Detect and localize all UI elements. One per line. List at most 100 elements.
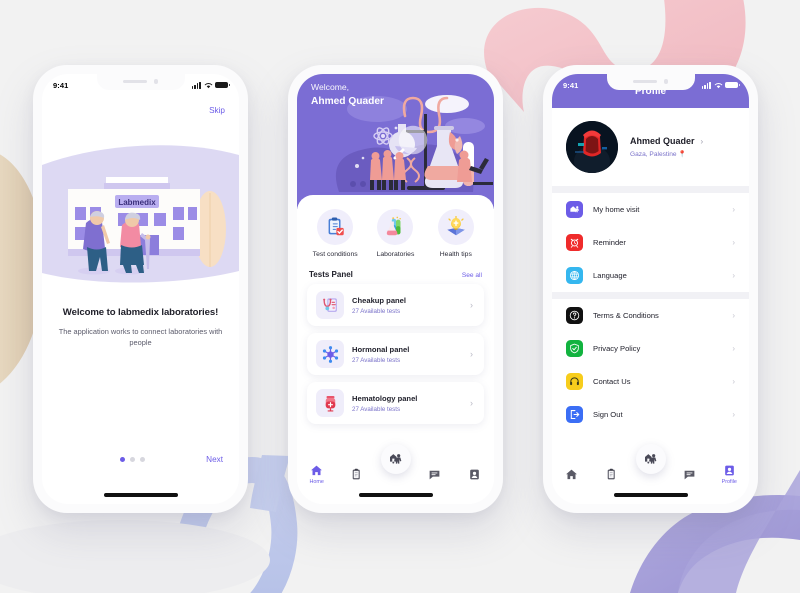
speaker-grille <box>632 80 657 83</box>
dot-1[interactable] <box>120 457 125 462</box>
onboarding-subtitle: The application works to connect laborat… <box>58 327 223 348</box>
home-sheet: Test conditions Laboratories Health tips… <box>297 195 494 504</box>
hero-user-name: Ahmed Quader <box>311 96 385 107</box>
profile-name-text: Ahmed Quader <box>630 136 695 146</box>
menu-item-sign-out[interactable]: Sign Out › <box>552 398 749 431</box>
test-panel-row[interactable]: Cheakup panel 27 Available tests › <box>307 284 484 326</box>
shield-check-icon <box>566 340 583 357</box>
pagination-dots[interactable] <box>120 457 145 462</box>
menu-item-label: Reminder <box>593 238 626 247</box>
tab-reports[interactable] <box>598 468 624 481</box>
test-panel-title: Hematology panel <box>352 393 418 403</box>
chevron-right-icon[interactable]: › <box>732 410 735 419</box>
notch <box>96 74 185 90</box>
quick-action-label: Test conditions <box>312 251 358 258</box>
tab-profile[interactable]: Profile <box>716 464 742 485</box>
molecule-icon <box>316 340 344 368</box>
test-panel-row[interactable]: Hormonal panel 27 Available tests › <box>307 333 484 375</box>
globe-icon <box>566 267 583 284</box>
wifi-icon <box>204 82 212 88</box>
speaker-grille <box>122 80 147 83</box>
test-panel-text: Cheakup panel 27 Available tests <box>352 296 470 315</box>
home-icon <box>566 469 578 479</box>
status-icons <box>191 81 230 89</box>
skip-button[interactable]: Skip <box>42 96 239 115</box>
screen-home: 9:41 Welcome, Ahmed Quader <box>297 74 494 504</box>
home-visit-fab[interactable] <box>380 444 411 474</box>
quick-action-laboratories[interactable]: Laboratories <box>368 209 422 258</box>
phone-profile: 9:41 Profile Ahmed Quader › Gaza, Palest… <box>543 65 758 513</box>
next-button[interactable]: Next <box>206 455 223 464</box>
front-camera <box>153 79 159 84</box>
dot-3[interactable] <box>140 457 145 462</box>
tab-messages[interactable] <box>422 468 448 481</box>
quick-action-test-conditions[interactable]: Test conditions <box>308 209 362 258</box>
chevron-right-icon[interactable]: › <box>470 398 473 408</box>
status-time: 9:41 <box>53 80 69 90</box>
menu-item-terms-conditions[interactable]: Terms & Conditions › <box>552 299 749 332</box>
chevron-right-icon[interactable]: › <box>470 349 473 359</box>
tab-reports[interactable] <box>343 468 369 481</box>
test-panel-subtitle: 27 Available tests <box>352 405 401 413</box>
tab-messages[interactable] <box>677 468 703 481</box>
alarm-clock-icon <box>566 234 583 251</box>
hero-greeting: Welcome, Ahmed Quader <box>311 82 384 107</box>
onboarding-title: Welcome to labmedix laboratories! <box>62 307 219 318</box>
profile-menu-group-2: Terms & Conditions › Privacy Policy › Co… <box>552 299 749 431</box>
chevron-right-icon[interactable]: › <box>732 311 735 320</box>
tab-home[interactable]: Home <box>304 464 330 485</box>
see-all-link[interactable]: See all <box>462 272 482 279</box>
home-visit-fab[interactable] <box>635 444 666 474</box>
clipboard-checklist-icon <box>317 209 354 245</box>
profile-location-text: Gaza, Palestine <box>630 151 677 158</box>
wifi-icon <box>714 82 722 88</box>
chevron-right-icon[interactable]: › <box>732 271 735 280</box>
chevron-right-icon[interactable]: › <box>470 300 473 310</box>
avatar[interactable] <box>566 121 618 173</box>
menu-item-my-home-visit[interactable]: My home visit › <box>552 193 749 226</box>
chevron-right-icon[interactable]: › <box>732 344 735 353</box>
battery-icon <box>215 81 230 89</box>
tab-home[interactable] <box>559 468 585 481</box>
profile-user-text: Ahmed Quader › Gaza, Palestine 📍 <box>630 136 703 158</box>
stethoscope-clipboard-icon <box>316 291 344 319</box>
profile-user-name: Ahmed Quader › <box>630 136 703 146</box>
battery-icon <box>725 81 740 89</box>
onboarding-text: Welcome to labmedix laboratories! The ap… <box>42 307 239 349</box>
test-panel-row[interactable]: Hematology panel 27 Available tests › <box>307 382 484 424</box>
section-divider <box>552 292 749 299</box>
home-indicator <box>613 493 688 497</box>
chat-icon <box>684 470 695 479</box>
status-icons <box>701 81 740 89</box>
flask-test-tubes-icon <box>377 209 414 245</box>
tests-panel-header: Tests Panel See all <box>297 264 494 284</box>
dot-2[interactable] <box>130 457 135 462</box>
chevron-right-icon[interactable]: › <box>701 137 704 146</box>
test-panel-text: Hormonal panel 27 Available tests <box>352 345 470 364</box>
tab-profile[interactable] <box>461 468 487 481</box>
menu-item-reminder[interactable]: Reminder › <box>552 226 749 259</box>
onboarding-illustration: Labmedix <box>42 121 239 307</box>
menu-item-contact-us[interactable]: Contact Us › <box>552 365 749 398</box>
soft-grey-blob <box>0 520 270 593</box>
screen-onboarding: 9:41 Skip Labmedix Welcome to labmedix l… <box>42 74 239 504</box>
profile-icon <box>469 469 479 479</box>
home-visit-icon <box>389 454 401 464</box>
profile-menu-group-1: My home visit › Reminder › Language › <box>552 193 749 292</box>
test-panel-subtitle: 27 Available tests <box>352 307 401 315</box>
home-indicator <box>103 493 178 497</box>
chevron-right-icon[interactable]: › <box>732 238 735 247</box>
quick-action-label: Laboratories <box>376 251 415 258</box>
chevron-right-icon[interactable]: › <box>732 205 735 214</box>
menu-item-language[interactable]: Language › <box>552 259 749 292</box>
quick-action-health-tips[interactable]: Health tips <box>429 209 483 258</box>
question-mark-icon <box>566 307 583 324</box>
clipboard-icon <box>607 468 615 479</box>
profile-user-card[interactable]: Ahmed Quader › Gaza, Palestine 📍 <box>552 108 749 186</box>
menu-item-privacy-policy[interactable]: Privacy Policy › <box>552 332 749 365</box>
home-indicator <box>358 493 433 497</box>
headset-icon <box>566 373 583 390</box>
tab-home-label: Home <box>309 478 324 485</box>
test-panel-title: Cheakup panel <box>352 295 407 305</box>
chevron-right-icon[interactable]: › <box>732 377 735 386</box>
